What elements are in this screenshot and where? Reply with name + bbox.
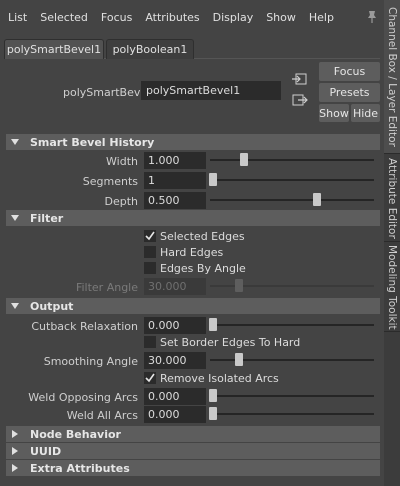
edges-by-angle-checkbox[interactable] [144,262,156,274]
smoothing-angle-slider-handle[interactable] [235,353,243,366]
width-slider[interactable] [210,159,374,161]
collapsed-arrow-icon [6,464,24,472]
weld-all-arcs-field[interactable]: 0.000 [144,406,206,423]
section-title: Node Behavior [30,427,121,441]
section-smart-bevel-history[interactable]: Smart Bevel History [6,134,380,150]
weld-all-arcs-slider-handle[interactable] [209,407,217,420]
filter-angle-field: 30.000 [144,278,206,295]
edges-by-angle-label: Edges By Angle [160,262,246,275]
weld-all-arcs-label: Weld All Arcs [66,409,138,422]
menu-attributes[interactable]: Attributes [145,11,199,24]
section-filter[interactable]: Filter [6,210,380,226]
menu-selected[interactable]: Selected [40,11,88,24]
remove-isolated-arcs-label: Remove Isolated Arcs [160,372,279,385]
width-field[interactable]: 1.000 [144,152,206,169]
output-connection-icon[interactable] [292,93,308,107]
section-node-behavior[interactable]: Node Behavior [6,426,380,442]
tab-divider [384,331,400,332]
cutback-relaxation-slider[interactable] [210,324,374,326]
segments-slider[interactable] [210,179,374,181]
section-title: Filter [30,211,64,225]
presets-button[interactable]: Presets [319,83,380,102]
border-edges-checkbox[interactable] [144,336,156,348]
menu-help[interactable]: Help [309,11,334,24]
weld-opposing-arcs-label: Weld Opposing Arcs [28,391,138,404]
section-title: UUID [30,444,62,458]
collapsed-arrow-icon [6,447,24,455]
cutback-relaxation-field[interactable]: 0.000 [144,317,206,334]
segments-slider-handle[interactable] [209,173,217,186]
cutback-relaxation-slider-handle[interactable] [209,318,217,331]
weld-opposing-arcs-field[interactable]: 0.000 [144,388,206,405]
input-connection-icon[interactable] [292,72,308,86]
depth-slider-handle[interactable] [313,193,321,206]
segments-field[interactable]: 1 [144,172,206,189]
section-title: Smart Bevel History [30,135,155,149]
show-button[interactable]: Show [319,104,349,122]
smoothing-angle-label: Smoothing Angle [43,355,138,368]
node-tab-bar: polySmartBevel1 polyBoolean1 [4,39,380,59]
pin-icon[interactable] [366,10,378,24]
segments-label: Segments [82,175,138,188]
collapsed-arrow-icon [6,430,24,438]
width-label: Width [106,155,138,168]
hard-edges-label: Hard Edges [160,246,224,259]
width-slider-handle[interactable] [240,153,248,166]
menu-display[interactable]: Display [213,11,254,24]
side-tab-bar: Channel Box / Layer Editor Attribute Edi… [384,0,400,486]
menu-list[interactable]: List [8,11,27,24]
weld-all-arcs-slider[interactable] [210,413,374,415]
node-name-field[interactable]: polySmartBevel1 [141,81,281,100]
section-title: Extra Attributes [30,461,130,475]
section-uuid[interactable]: UUID [6,443,380,459]
section-extra-attributes[interactable]: Extra Attributes [6,460,380,476]
weld-opposing-arcs-slider[interactable] [210,395,374,397]
expanded-arrow-icon [6,139,24,145]
expanded-arrow-icon [6,303,24,309]
cutback-relaxation-label: Cutback Relaxation [31,320,138,333]
selected-edges-label: Selected Edges [160,230,245,243]
hard-edges-checkbox[interactable] [144,246,156,258]
smoothing-angle-field[interactable]: 30.000 [144,352,206,369]
focus-button[interactable]: Focus [319,62,380,81]
filter-angle-label: Filter Angle [75,281,138,294]
weld-opposing-arcs-slider-handle[interactable] [209,389,217,402]
tab-channel-box[interactable]: Channel Box / Layer Editor [384,0,400,154]
border-edges-label: Set Border Edges To Hard [160,336,301,349]
depth-slider[interactable] [210,199,374,201]
depth-label: Depth [104,195,138,208]
menu-bar: List Selected Focus Attributes Display S… [0,0,384,34]
filter-angle-slider-handle [235,279,243,292]
menu-show[interactable]: Show [266,11,296,24]
hide-button[interactable]: Hide [351,104,380,122]
section-output[interactable]: Output [6,298,380,314]
tab-polysmartbevel1[interactable]: polySmartBevel1 [4,39,104,59]
tab-polyboolean1[interactable]: polyBoolean1 [106,39,194,59]
checkmark-icon [145,373,155,383]
tab-channel-box-label: Channel Box / Layer Editor [386,7,398,147]
depth-field[interactable]: 0.500 [144,192,206,209]
menu-focus[interactable]: Focus [101,11,132,24]
remove-isolated-arcs-checkbox[interactable] [144,372,156,384]
tab-modeling-toolkit[interactable]: Modeling Toolkit [384,242,400,332]
checkmark-icon [145,231,155,241]
tab-modeling-toolkit-label: Modeling Toolkit [386,244,398,330]
tab-attribute-editor-label: Attribute Editor [386,157,398,239]
expanded-arrow-icon [6,215,24,221]
section-title: Output [30,299,74,313]
tab-attribute-editor[interactable]: Attribute Editor [384,154,400,242]
selected-edges-checkbox[interactable] [144,230,156,242]
